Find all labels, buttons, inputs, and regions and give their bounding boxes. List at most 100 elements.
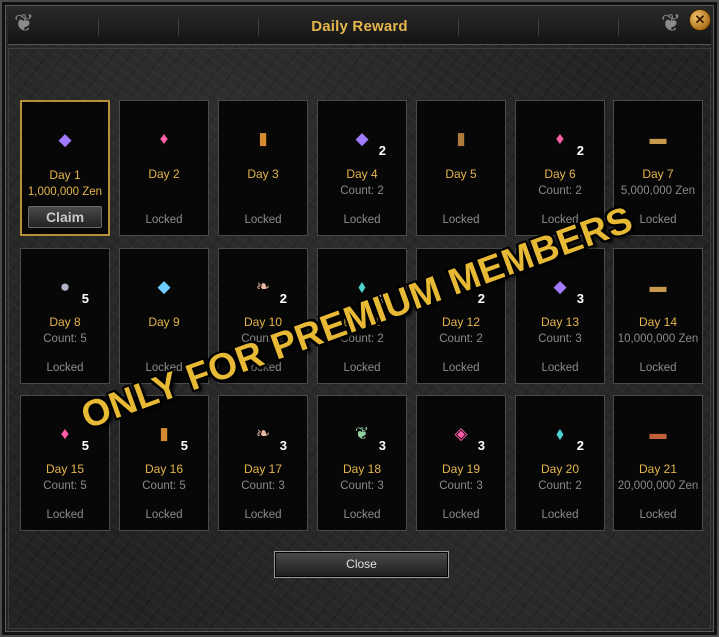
feather-icon: ❧ bbox=[255, 277, 271, 296]
title-divider bbox=[538, 18, 539, 36]
locked-status: Locked bbox=[244, 509, 282, 521]
day-label: Day 5 bbox=[445, 167, 477, 181]
reward-card-day-15[interactable]: ♦ 5 Day 15 Count: 5 Locked bbox=[20, 395, 110, 531]
reward-amount: Count: 2 bbox=[439, 333, 483, 345]
reward-card-day-19[interactable]: ◈ 3 Day 19 Count: 3 Locked bbox=[416, 395, 506, 531]
locked-status: Locked bbox=[343, 509, 381, 521]
locked-status: Locked bbox=[442, 362, 480, 374]
day-label: Day 2 bbox=[148, 167, 180, 181]
corner-ornament-icon: ❦ bbox=[13, 10, 35, 37]
reward-amount: 10,000,000 Zen bbox=[617, 333, 699, 345]
reward-amount: Count: 5 bbox=[43, 480, 87, 492]
reward-card-day-20[interactable]: ⬧ 2 Day 20 Count: 2 Locked bbox=[515, 395, 605, 531]
day-label: Day 17 bbox=[243, 462, 283, 476]
reward-card-day-16[interactable]: ▮ 5 Day 16 Count: 5 Locked bbox=[119, 395, 209, 531]
day-label: Day 19 bbox=[441, 462, 481, 476]
daily-reward-window: Daily Reward ❦ ❦ ✕ ◆ Day 1 1,000,000 Zen Cl… bbox=[0, 0, 719, 637]
locked-status: Locked bbox=[343, 362, 381, 374]
reward-amount: Count: 2 bbox=[538, 480, 582, 492]
window-title: Daily Reward bbox=[311, 18, 408, 35]
reward-card-day-13[interactable]: ◆ 3 Day 13 Count: 3 Locked bbox=[515, 248, 605, 384]
reward-amount: Count: 2 bbox=[538, 185, 582, 197]
reward-card-day-8[interactable]: ● 5 Day 8 Count: 5 Locked bbox=[20, 248, 110, 384]
item-quantity: 2 bbox=[576, 143, 584, 158]
reward-card-day-6[interactable]: ♦ 2 Day 6 Count: 2 Locked bbox=[515, 100, 605, 236]
reward-card-day-21[interactable]: ▬ Day 21 20,000,000 Zen Locked bbox=[613, 395, 703, 531]
red-chest-icon: ▬ bbox=[649, 424, 667, 443]
ore-rock-icon: ● bbox=[59, 277, 71, 296]
corner-ornament-icon: ❦ bbox=[660, 10, 682, 37]
treasure-chest-icon: ▬ bbox=[649, 129, 667, 148]
reward-card-day-7[interactable]: ▬ Day 7 5,000,000 Zen Locked bbox=[613, 100, 703, 236]
locked-status: Locked bbox=[244, 214, 282, 226]
locked-status: Locked bbox=[442, 214, 480, 226]
title-bar: Daily Reward bbox=[8, 6, 711, 45]
reward-card-day-10[interactable]: ❧ 2 Day 10 Count: 2 Locked bbox=[218, 248, 308, 384]
purple-gem-icon: ◆ bbox=[58, 130, 72, 149]
pink-gem-icon: ♦ bbox=[60, 424, 70, 443]
reward-amount: Count: 5 bbox=[43, 333, 87, 345]
reward-card-day-2[interactable]: ♦ Day 2 Locked bbox=[119, 100, 209, 236]
day-label: Day 20 bbox=[540, 462, 580, 476]
pink-gem-icon: ♦ bbox=[456, 277, 466, 296]
reward-card-day-11[interactable]: ⬧ 2 Day 11 Count: 2 Locked bbox=[317, 248, 407, 384]
item-quantity: 5 bbox=[180, 438, 188, 453]
reward-card-day-4[interactable]: ◆ 2 Day 4 Count: 2 Locked bbox=[317, 100, 407, 236]
locked-status: Locked bbox=[639, 214, 677, 226]
item-quantity: 3 bbox=[576, 291, 584, 306]
reward-amount: Count: 3 bbox=[538, 333, 582, 345]
locked-status: Locked bbox=[46, 362, 84, 374]
day-label: Day 8 bbox=[49, 315, 81, 329]
day-label: Day 21 bbox=[638, 462, 678, 476]
reward-card-day-9[interactable]: ◆ Day 9 Locked bbox=[119, 248, 209, 384]
reward-amount: Count: 3 bbox=[340, 480, 384, 492]
reward-card-day-18[interactable]: ❦ 3 Day 18 Count: 3 Locked bbox=[317, 395, 407, 531]
reward-card-day-1[interactable]: ◆ Day 1 1,000,000 Zen Claim bbox=[20, 100, 110, 236]
title-divider bbox=[618, 18, 619, 36]
item-quantity: 5 bbox=[81, 438, 89, 453]
reward-amount: Count: 5 bbox=[142, 480, 186, 492]
locked-status: Locked bbox=[145, 214, 183, 226]
item-quantity: 5 bbox=[81, 291, 89, 306]
title-divider bbox=[98, 18, 99, 36]
reward-amount: 1,000,000 Zen bbox=[27, 186, 103, 198]
green-rune-icon: ❦ bbox=[354, 424, 370, 443]
locked-status: Locked bbox=[541, 214, 579, 226]
reward-amount: Count: 2 bbox=[340, 185, 384, 197]
item-quantity: 2 bbox=[279, 291, 287, 306]
day-label: Day 6 bbox=[544, 167, 576, 181]
day-label: Day 15 bbox=[45, 462, 85, 476]
locked-status: Locked bbox=[541, 509, 579, 521]
pink-gem-icon: ♦ bbox=[555, 129, 565, 148]
cyan-crystal-icon: ⬧ bbox=[556, 424, 564, 443]
day-label: Day 14 bbox=[638, 315, 678, 329]
reward-amount: 5,000,000 Zen bbox=[620, 185, 696, 197]
item-quantity: 3 bbox=[279, 438, 287, 453]
item-quantity: 3 bbox=[477, 438, 485, 453]
reward-amount: Count: 2 bbox=[241, 333, 285, 345]
reward-card-day-17[interactable]: ❧ 3 Day 17 Count: 3 Locked bbox=[218, 395, 308, 531]
purple-gem-icon: ◆ bbox=[355, 129, 369, 148]
reward-amount: Count: 3 bbox=[241, 480, 285, 492]
reward-card-day-3[interactable]: ▮ Day 3 Locked bbox=[218, 100, 308, 236]
claim-button[interactable]: Claim bbox=[28, 206, 102, 228]
day-label: Day 4 bbox=[346, 167, 378, 181]
small-scroll-icon: ▮ bbox=[258, 129, 268, 148]
title-divider bbox=[258, 18, 259, 36]
close-button[interactable]: Close bbox=[274, 551, 449, 578]
day-label: Day 7 bbox=[642, 167, 674, 181]
locked-status: Locked bbox=[639, 362, 677, 374]
close-x-button[interactable]: ✕ bbox=[689, 9, 711, 31]
title-divider bbox=[178, 18, 179, 36]
reward-card-day-5[interactable]: ▮ Day 5 Locked bbox=[416, 100, 506, 236]
reward-card-day-14[interactable]: ▬ Day 14 10,000,000 Zen Locked bbox=[613, 248, 703, 384]
day-label: Day 12 bbox=[441, 315, 481, 329]
pink-diamond-icon: ◈ bbox=[454, 424, 468, 443]
purple-gem-icon: ◆ bbox=[553, 277, 567, 296]
blue-crystal-icon: ◆ bbox=[157, 277, 171, 296]
reward-amount: Count: 3 bbox=[439, 480, 483, 492]
locked-status: Locked bbox=[639, 509, 677, 521]
reward-card-day-12[interactable]: ♦ 2 Day 12 Count: 2 Locked bbox=[416, 248, 506, 384]
barrel-icon: ▮ bbox=[456, 129, 466, 148]
day-label: Day 13 bbox=[540, 315, 580, 329]
